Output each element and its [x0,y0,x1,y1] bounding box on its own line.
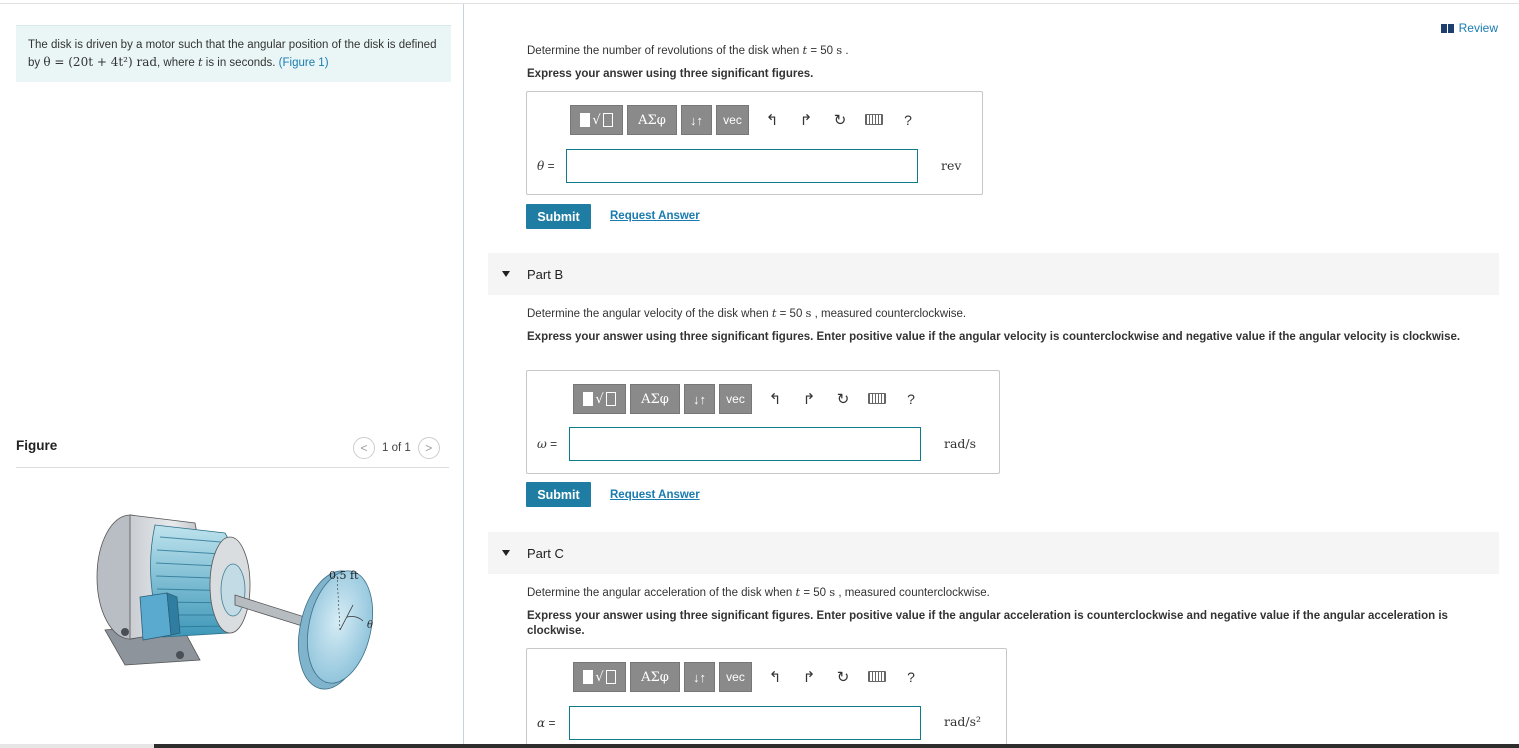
figure-pager: < 1 of 1 > [353,437,440,459]
theta-label: θ = [537,159,555,173]
keyboard-icon[interactable] [860,391,894,408]
help-icon[interactable]: ? [894,391,928,407]
chevron-left-icon: < [360,441,368,455]
vector-button[interactable]: vec [719,662,752,692]
greek-symbols-button[interactable]: ΑΣφ [630,384,680,414]
undo-icon[interactable]: ↰ [758,390,792,408]
keyboard-icon[interactable] [857,112,891,129]
horizontal-scrollbar[interactable] [0,744,1519,748]
subscript-superscript-button[interactable]: ↓↑ [681,105,712,135]
part-a-instruction: Express your answer using three signific… [527,68,814,80]
part-b-toolbar: √ ΑΣφ ↓↑ vec ↰ ↱ ↻ ? [573,384,928,414]
help-icon[interactable]: ? [891,112,925,128]
figure-link[interactable]: (Figure 1) [279,57,329,69]
angle-label: θ [367,620,373,631]
omega-label: ω = [537,437,558,451]
chevron-right-icon: > [425,441,433,455]
alpha-unit: rad/s² [944,714,982,729]
omega-unit: rad/s [944,436,977,451]
problem-text-mid: , where [157,57,198,69]
motor-disk-figure: 0.5 ft θ [96,514,373,690]
review-icon [1440,23,1454,33]
review-link[interactable]: Review [1440,21,1498,35]
problem-statement: The disk is driven by a motor such that … [16,25,451,82]
part-b-instruction: Express your answer using three signific… [527,331,1461,343]
problem-text-after: is in seconds. [202,57,279,69]
part-c-question: Determine the angular acceleration of th… [527,585,990,599]
part-a-question: Determine the number of revolutions of t… [527,43,849,57]
subscript-superscript-button[interactable]: ↓↑ [684,662,715,692]
scrollbar-thumb[interactable] [154,744,1519,748]
part-a-submit-button[interactable]: Submit [526,204,591,229]
caret-down-icon [502,550,510,556]
redo-icon[interactable]: ↱ [789,111,823,129]
part-b-title: Part B [527,266,564,282]
vector-button[interactable]: vec [719,384,752,414]
reset-icon[interactable]: ↻ [823,111,857,129]
keyboard-icon[interactable] [860,669,894,686]
undo-icon[interactable]: ↰ [755,111,789,129]
alpha-answer-input[interactable] [569,706,921,740]
reset-icon[interactable]: ↻ [826,390,860,408]
alpha-label: α = [537,716,556,730]
redo-icon[interactable]: ↱ [792,668,826,686]
figure-counter: 1 of 1 [382,442,411,454]
figure-heading: Figure [16,438,58,453]
junction-box [139,592,172,641]
part-c-toolbar: √ ΑΣφ ↓↑ vec ↰ ↱ ↻ ? [573,662,928,692]
templates-button[interactable]: √ [573,384,626,414]
part-c-instruction: Express your answer using three signific… [527,610,1448,637]
part-c-header[interactable]: Part C [488,532,1499,574]
greek-symbols-button[interactable]: ΑΣφ [627,105,677,135]
templates-button[interactable]: √ [573,662,626,692]
part-b-question: Determine the angular velocity of the di… [527,306,967,320]
part-b-header[interactable]: Part B [488,253,1499,295]
figure-divider [16,467,449,468]
part-b-submit-button[interactable]: Submit [526,482,591,507]
reset-icon[interactable]: ↻ [826,668,860,686]
part-c-title: Part C [527,545,564,561]
part-a-toolbar: √ ΑΣφ ↓↑ vec ↰ ↱ ↻ ? [570,105,925,135]
figure-next-button[interactable]: > [417,437,440,459]
undo-icon[interactable]: ↰ [758,668,792,686]
pane-divider [463,4,464,748]
theta-unit: rev [941,158,962,173]
part-a-request-answer-link[interactable]: Request Answer [610,210,700,222]
help-icon[interactable]: ? [894,669,928,685]
angular-position-equation: θ = (20t + 4t²) rad [43,55,158,69]
redo-icon[interactable]: ↱ [792,390,826,408]
radius-label: 0.5 ft [329,569,359,582]
theta-answer-input[interactable] [566,149,918,183]
vector-button[interactable]: vec [716,105,749,135]
greek-symbols-button[interactable]: ΑΣφ [630,662,680,692]
figure-prev-button[interactable]: < [353,437,375,459]
templates-button[interactable]: √ [570,105,623,135]
review-label: Review [1458,21,1498,35]
part-b-request-answer-link[interactable]: Request Answer [610,489,700,501]
omega-answer-input[interactable] [569,427,921,461]
subscript-superscript-button[interactable]: ↓↑ [684,384,715,414]
caret-down-icon [502,271,510,277]
